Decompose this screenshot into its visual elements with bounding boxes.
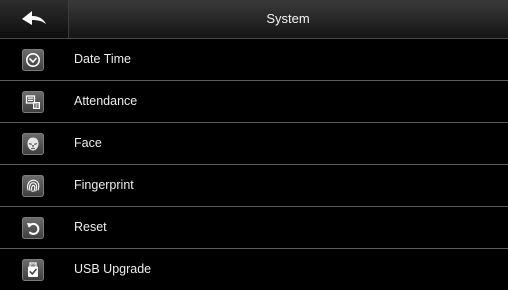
usb-upgrade-icon (22, 259, 44, 281)
menu-item-label: Face (74, 136, 102, 150)
menu-item-usb-upgrade[interactable]: USB Upgrade (0, 249, 508, 290)
fingerprint-icon (22, 175, 44, 197)
reset-icon (22, 217, 44, 239)
menu-item-label: Date Time (74, 52, 131, 66)
menu-item-face[interactable]: Face (0, 123, 508, 165)
back-arrow-icon (21, 10, 47, 28)
attendance-icon (22, 91, 44, 113)
system-screen: System Date Time Attendance Face Fingerp… (0, 0, 508, 288)
system-menu: Date Time Attendance Face Fingerprint Re… (0, 39, 508, 290)
menu-item-label: Reset (74, 220, 107, 234)
menu-item-date-time[interactable]: Date Time (0, 39, 508, 81)
back-button[interactable] (0, 0, 69, 38)
menu-item-fingerprint[interactable]: Fingerprint (0, 165, 508, 207)
page-title: System (266, 11, 310, 26)
face-icon (22, 133, 44, 155)
menu-item-label: USB Upgrade (74, 262, 152, 276)
clock-icon (22, 49, 44, 71)
menu-item-reset[interactable]: Reset (0, 207, 508, 249)
menu-item-attendance[interactable]: Attendance (0, 81, 508, 123)
menu-item-label: Attendance (74, 94, 138, 108)
header-bar: System (0, 0, 508, 39)
menu-item-label: Fingerprint (74, 178, 134, 192)
